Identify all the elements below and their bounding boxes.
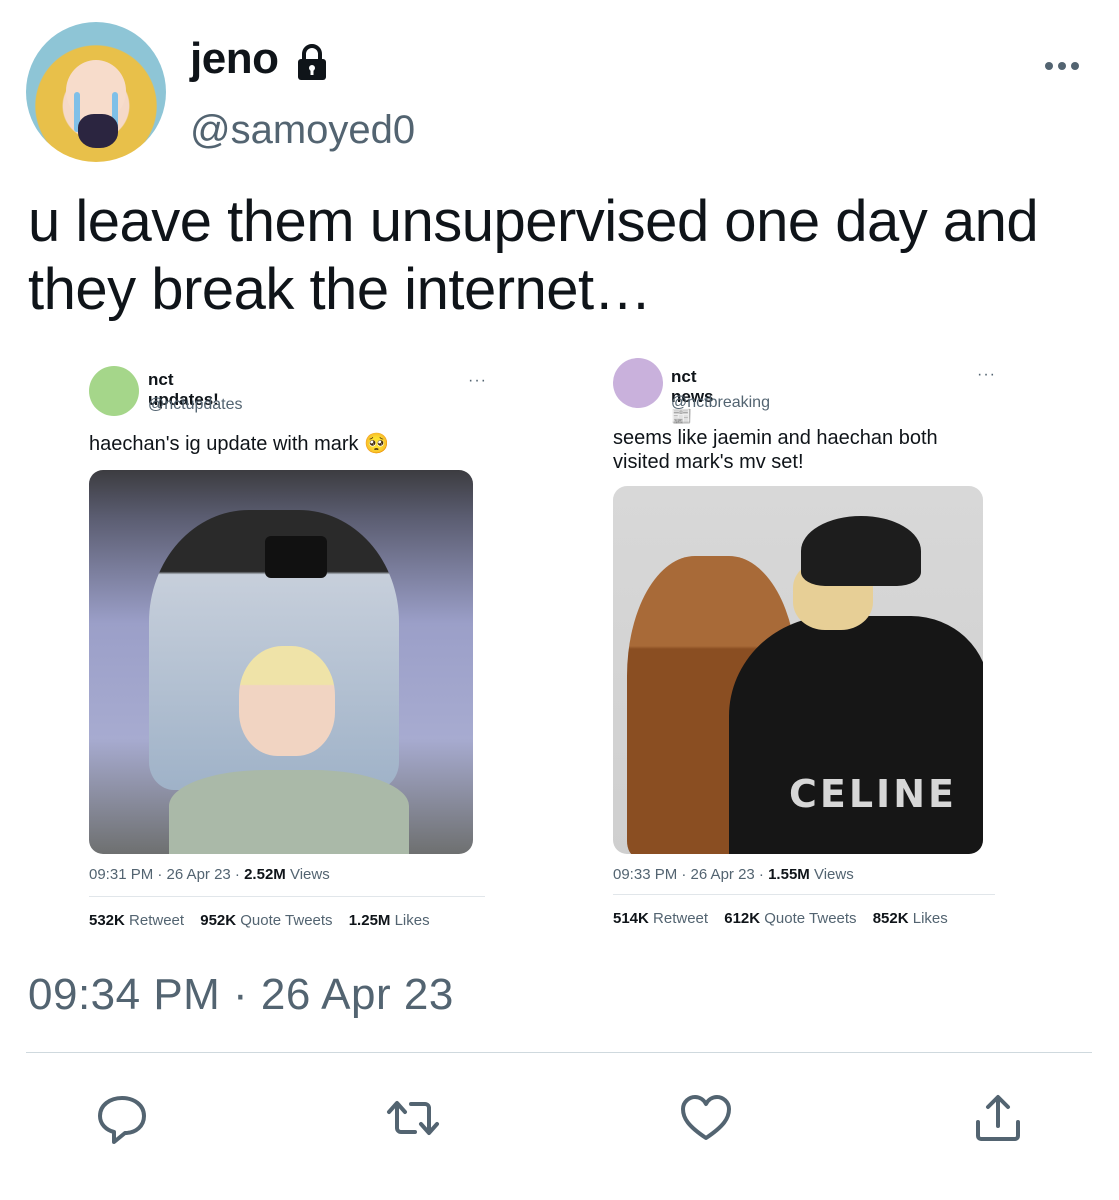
embedded-more-icon[interactable]: ··· — [468, 372, 487, 390]
embedded-stats: 514K Retweet 612K Quote Tweets 852K Like… — [613, 910, 948, 927]
tweet-text: u leave them unsupervised one day and th… — [28, 189, 1039, 322]
reply-icon[interactable] — [94, 1090, 150, 1146]
embedded-avatar[interactable] — [613, 358, 663, 408]
embedded-handle[interactable]: @nctbreaking — [671, 394, 770, 412]
more-options-icon[interactable] — [1044, 58, 1080, 74]
embedded-meta: 09:31 PM · 26 Apr 23 · 2.52M Views — [89, 866, 330, 883]
retweet-icon[interactable] — [385, 1090, 441, 1146]
embedded-avatar[interactable] — [89, 366, 139, 416]
divider — [26, 1052, 1092, 1053]
embedded-text: haechan's ig update with mark 🥺 — [89, 433, 389, 455]
embedded-photo[interactable] — [89, 470, 473, 854]
embedded-handle[interactable]: @nctupdates — [148, 396, 243, 414]
like-icon[interactable] — [678, 1090, 734, 1146]
embedded-meta: 09:33 PM · 26 Apr 23 · 1.55M Views — [613, 866, 854, 883]
embedded-stats: 532K Retweet 952K Quote Tweets 1.25M Lik… — [89, 912, 430, 929]
tweet-timestamp[interactable]: 09:34 PM · 26 Apr 23 — [28, 970, 454, 1020]
author-handle[interactable]: @samoyed0 — [190, 108, 415, 153]
embedded-more-icon[interactable]: ··· — [977, 366, 996, 384]
author-display-name[interactable]: jeno — [190, 34, 279, 84]
embedded-text: seems like jaemin and haechan both visit… — [613, 427, 938, 473]
share-icon[interactable] — [970, 1090, 1026, 1146]
author-avatar[interactable] — [26, 22, 166, 162]
embedded-divider — [89, 896, 485, 897]
embedded-photo[interactable]: CELINE — [613, 486, 983, 854]
celine-jacket-text: CELINE — [789, 772, 957, 816]
lock-icon — [298, 44, 326, 80]
embedded-divider — [613, 894, 995, 895]
